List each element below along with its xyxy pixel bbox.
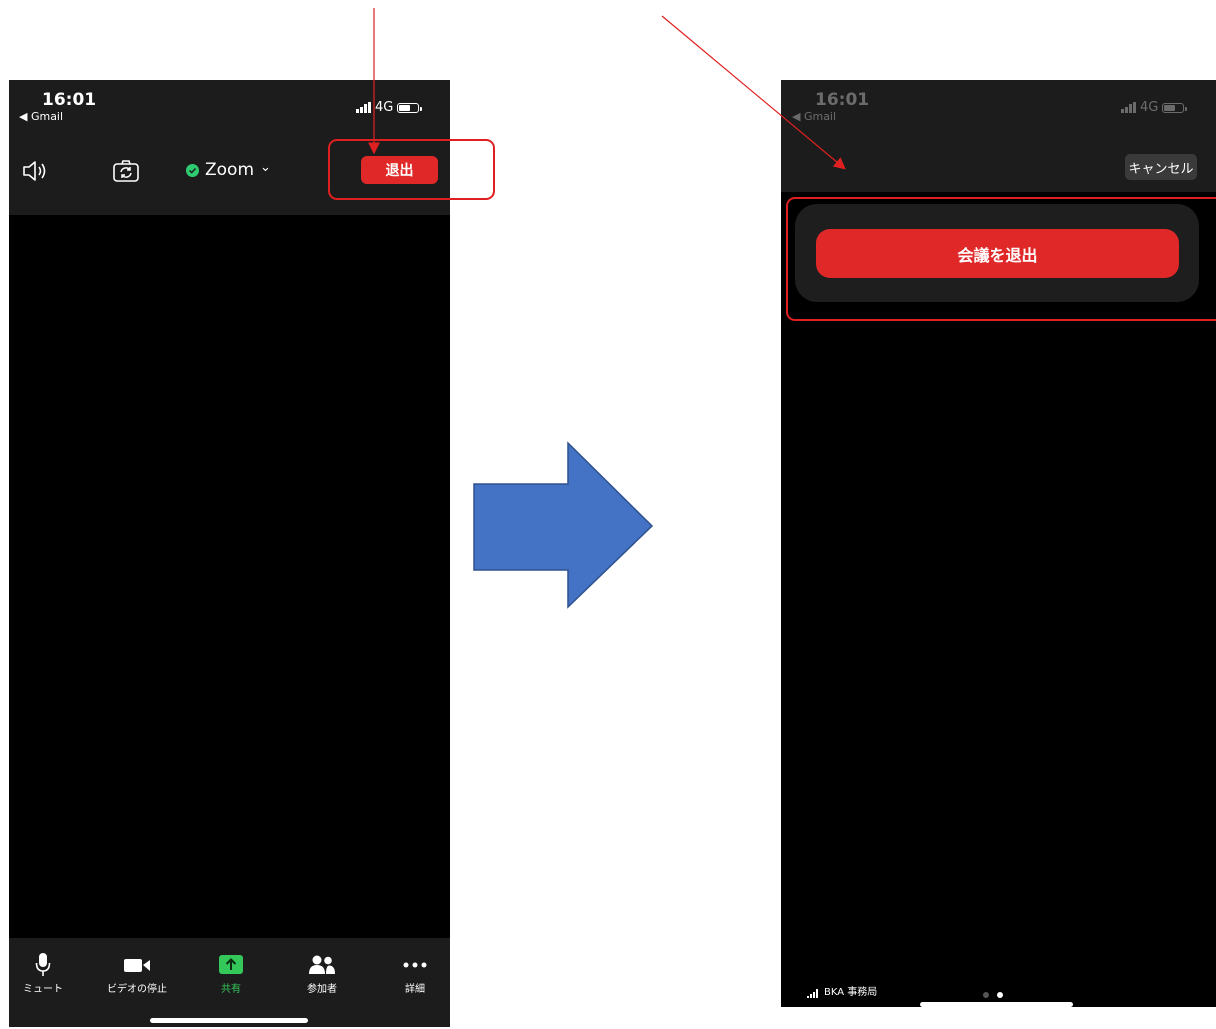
annotation-overlay <box>368 8 846 609</box>
right-arrow-icon <box>473 441 654 609</box>
pointer-arrow-sheet <box>661 15 846 170</box>
